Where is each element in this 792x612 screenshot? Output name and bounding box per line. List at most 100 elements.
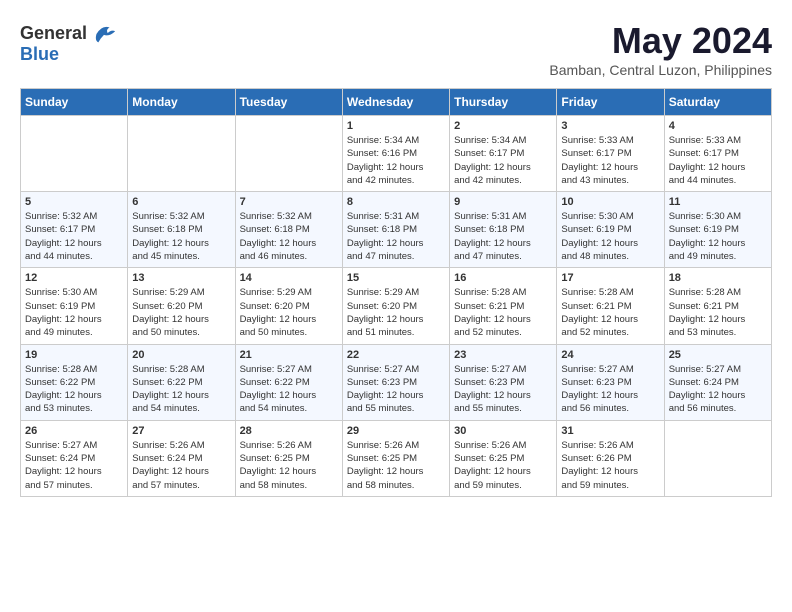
weekday-header: Sunday	[21, 89, 128, 116]
day-info: Sunrise: 5:29 AM Sunset: 6:20 PM Dayligh…	[132, 286, 230, 339]
calendar-cell: 8 Sunrise: 5:31 AM Sunset: 6:18 PM Daylig…	[342, 192, 449, 268]
day-info: Sunrise: 5:31 AM Sunset: 6:18 PM Dayligh…	[454, 210, 552, 263]
day-info: Sunrise: 5:26 AM Sunset: 6:26 PM Dayligh…	[561, 439, 659, 492]
calendar-cell: 25 Sunrise: 5:27 AM Sunset: 6:24 PM Dayli…	[664, 344, 771, 420]
day-info: Sunrise: 5:33 AM Sunset: 6:17 PM Dayligh…	[669, 134, 767, 187]
calendar-cell: 12Sunrise: 5:30 AM Sunset: 6:19 PM Dayli…	[21, 268, 128, 344]
calendar-week-row: 19 Sunrise: 5:28 AM Sunset: 6:22 PM Dayli…	[21, 344, 772, 420]
day-number: 10	[561, 196, 659, 208]
title-block: May 2024 Bamban, Central Luzon, Philippi…	[549, 20, 772, 78]
day-number: 20	[132, 349, 230, 361]
day-info: Sunrise: 5:34 AM Sunset: 6:17 PM Dayligh…	[454, 134, 552, 187]
day-info: Sunrise: 5:27 AM Sunset: 6:23 PM Dayligh…	[347, 363, 445, 416]
day-number: 12	[25, 272, 123, 284]
day-info: Sunrise: 5:27 AM Sunset: 6:24 PM Dayligh…	[25, 439, 123, 492]
day-number: 7	[240, 196, 338, 208]
day-info: Sunrise: 5:32 AM Sunset: 6:17 PM Dayligh…	[25, 210, 123, 263]
day-number: 9	[454, 196, 552, 208]
calendar-cell: 19 Sunrise: 5:28 AM Sunset: 6:22 PM Dayli…	[21, 344, 128, 420]
calendar-cell: 9 Sunrise: 5:31 AM Sunset: 6:18 PM Daylig…	[450, 192, 557, 268]
calendar-cell: 15Sunrise: 5:29 AM Sunset: 6:20 PM Dayli…	[342, 268, 449, 344]
calendar-cell: 24 Sunrise: 5:27 AM Sunset: 6:23 PM Dayli…	[557, 344, 664, 420]
page-header: General Blue May 2024 Bamban, Central Lu…	[20, 20, 772, 78]
logo-bird-icon	[89, 20, 117, 48]
day-info: Sunrise: 5:29 AM Sunset: 6:20 PM Dayligh…	[240, 286, 338, 339]
day-number: 5	[25, 196, 123, 208]
day-number: 30	[454, 425, 552, 437]
logo-general: General	[20, 23, 87, 45]
month-title: May 2024	[549, 20, 772, 62]
day-info: Sunrise: 5:27 AM Sunset: 6:24 PM Dayligh…	[669, 363, 767, 416]
day-number: 22	[347, 349, 445, 361]
calendar-cell: 26 Sunrise: 5:27 AM Sunset: 6:24 PM Dayli…	[21, 420, 128, 496]
day-number: 3	[561, 120, 659, 132]
day-number: 18	[669, 272, 767, 284]
calendar-cell: 7 Sunrise: 5:32 AM Sunset: 6:18 PM Daylig…	[235, 192, 342, 268]
location-subtitle: Bamban, Central Luzon, Philippines	[549, 62, 772, 78]
day-number: 11	[669, 196, 767, 208]
weekday-header: Thursday	[450, 89, 557, 116]
day-number: 23	[454, 349, 552, 361]
calendar-cell	[664, 420, 771, 496]
calendar-cell: 5 Sunrise: 5:32 AM Sunset: 6:17 PM Daylig…	[21, 192, 128, 268]
day-number: 29	[347, 425, 445, 437]
day-number: 14	[240, 272, 338, 284]
day-info: Sunrise: 5:30 AM Sunset: 6:19 PM Dayligh…	[561, 210, 659, 263]
calendar-table: SundayMondayTuesdayWednesdayThursdayFrid…	[20, 88, 772, 497]
day-number: 4	[669, 120, 767, 132]
day-info: Sunrise: 5:28 AM Sunset: 6:21 PM Dayligh…	[454, 286, 552, 339]
calendar-cell: 20 Sunrise: 5:28 AM Sunset: 6:22 PM Dayli…	[128, 344, 235, 420]
day-info: Sunrise: 5:26 AM Sunset: 6:25 PM Dayligh…	[347, 439, 445, 492]
day-info: Sunrise: 5:32 AM Sunset: 6:18 PM Dayligh…	[240, 210, 338, 263]
calendar-cell: 1 Sunrise: 5:34 AM Sunset: 6:16 PM Daylig…	[342, 116, 449, 192]
day-info: Sunrise: 5:26 AM Sunset: 6:25 PM Dayligh…	[240, 439, 338, 492]
day-number: 17	[561, 272, 659, 284]
calendar-week-row: 1 Sunrise: 5:34 AM Sunset: 6:16 PM Daylig…	[21, 116, 772, 192]
calendar-cell: 30 Sunrise: 5:26 AM Sunset: 6:25 PM Dayli…	[450, 420, 557, 496]
day-number: 26	[25, 425, 123, 437]
day-info: Sunrise: 5:28 AM Sunset: 6:21 PM Dayligh…	[669, 286, 767, 339]
weekday-header: Tuesday	[235, 89, 342, 116]
day-number: 2	[454, 120, 552, 132]
calendar-cell: 28Sunrise: 5:26 AM Sunset: 6:25 PM Dayli…	[235, 420, 342, 496]
calendar-cell: 16Sunrise: 5:28 AM Sunset: 6:21 PM Dayli…	[450, 268, 557, 344]
calendar-cell: 18 Sunrise: 5:28 AM Sunset: 6:21 PM Dayli…	[664, 268, 771, 344]
day-number: 19	[25, 349, 123, 361]
calendar-week-row: 26 Sunrise: 5:27 AM Sunset: 6:24 PM Dayli…	[21, 420, 772, 496]
day-number: 21	[240, 349, 338, 361]
day-info: Sunrise: 5:34 AM Sunset: 6:16 PM Dayligh…	[347, 134, 445, 187]
calendar-cell: 14 Sunrise: 5:29 AM Sunset: 6:20 PM Dayli…	[235, 268, 342, 344]
calendar-cell	[235, 116, 342, 192]
calendar-cell: 17 Sunrise: 5:28 AM Sunset: 6:21 PM Dayli…	[557, 268, 664, 344]
calendar-cell: 4 Sunrise: 5:33 AM Sunset: 6:17 PM Daylig…	[664, 116, 771, 192]
day-number: 27	[132, 425, 230, 437]
logo: General Blue	[20, 20, 117, 65]
day-info: Sunrise: 5:28 AM Sunset: 6:22 PM Dayligh…	[25, 363, 123, 416]
day-info: Sunrise: 5:27 AM Sunset: 6:22 PM Dayligh…	[240, 363, 338, 416]
weekday-header: Saturday	[664, 89, 771, 116]
day-info: Sunrise: 5:28 AM Sunset: 6:21 PM Dayligh…	[561, 286, 659, 339]
calendar-cell	[128, 116, 235, 192]
calendar-cell: 13Sunrise: 5:29 AM Sunset: 6:20 PM Dayli…	[128, 268, 235, 344]
day-number: 1	[347, 120, 445, 132]
day-number: 31	[561, 425, 659, 437]
day-info: Sunrise: 5:29 AM Sunset: 6:20 PM Dayligh…	[347, 286, 445, 339]
day-info: Sunrise: 5:28 AM Sunset: 6:22 PM Dayligh…	[132, 363, 230, 416]
day-info: Sunrise: 5:27 AM Sunset: 6:23 PM Dayligh…	[454, 363, 552, 416]
calendar-cell: 3Sunrise: 5:33 AM Sunset: 6:17 PM Daylig…	[557, 116, 664, 192]
day-info: Sunrise: 5:30 AM Sunset: 6:19 PM Dayligh…	[669, 210, 767, 263]
calendar-cell: 27Sunrise: 5:26 AM Sunset: 6:24 PM Dayli…	[128, 420, 235, 496]
day-number: 8	[347, 196, 445, 208]
day-info: Sunrise: 5:27 AM Sunset: 6:23 PM Dayligh…	[561, 363, 659, 416]
calendar-cell: 22 Sunrise: 5:27 AM Sunset: 6:23 PM Dayli…	[342, 344, 449, 420]
day-info: Sunrise: 5:31 AM Sunset: 6:18 PM Dayligh…	[347, 210, 445, 263]
weekday-header: Wednesday	[342, 89, 449, 116]
day-info: Sunrise: 5:26 AM Sunset: 6:25 PM Dayligh…	[454, 439, 552, 492]
day-number: 25	[669, 349, 767, 361]
day-number: 6	[132, 196, 230, 208]
calendar-cell: 11 Sunrise: 5:30 AM Sunset: 6:19 PM Dayli…	[664, 192, 771, 268]
calendar-cell: 31 Sunrise: 5:26 AM Sunset: 6:26 PM Dayli…	[557, 420, 664, 496]
day-number: 24	[561, 349, 659, 361]
weekday-header: Friday	[557, 89, 664, 116]
day-info: Sunrise: 5:32 AM Sunset: 6:18 PM Dayligh…	[132, 210, 230, 263]
